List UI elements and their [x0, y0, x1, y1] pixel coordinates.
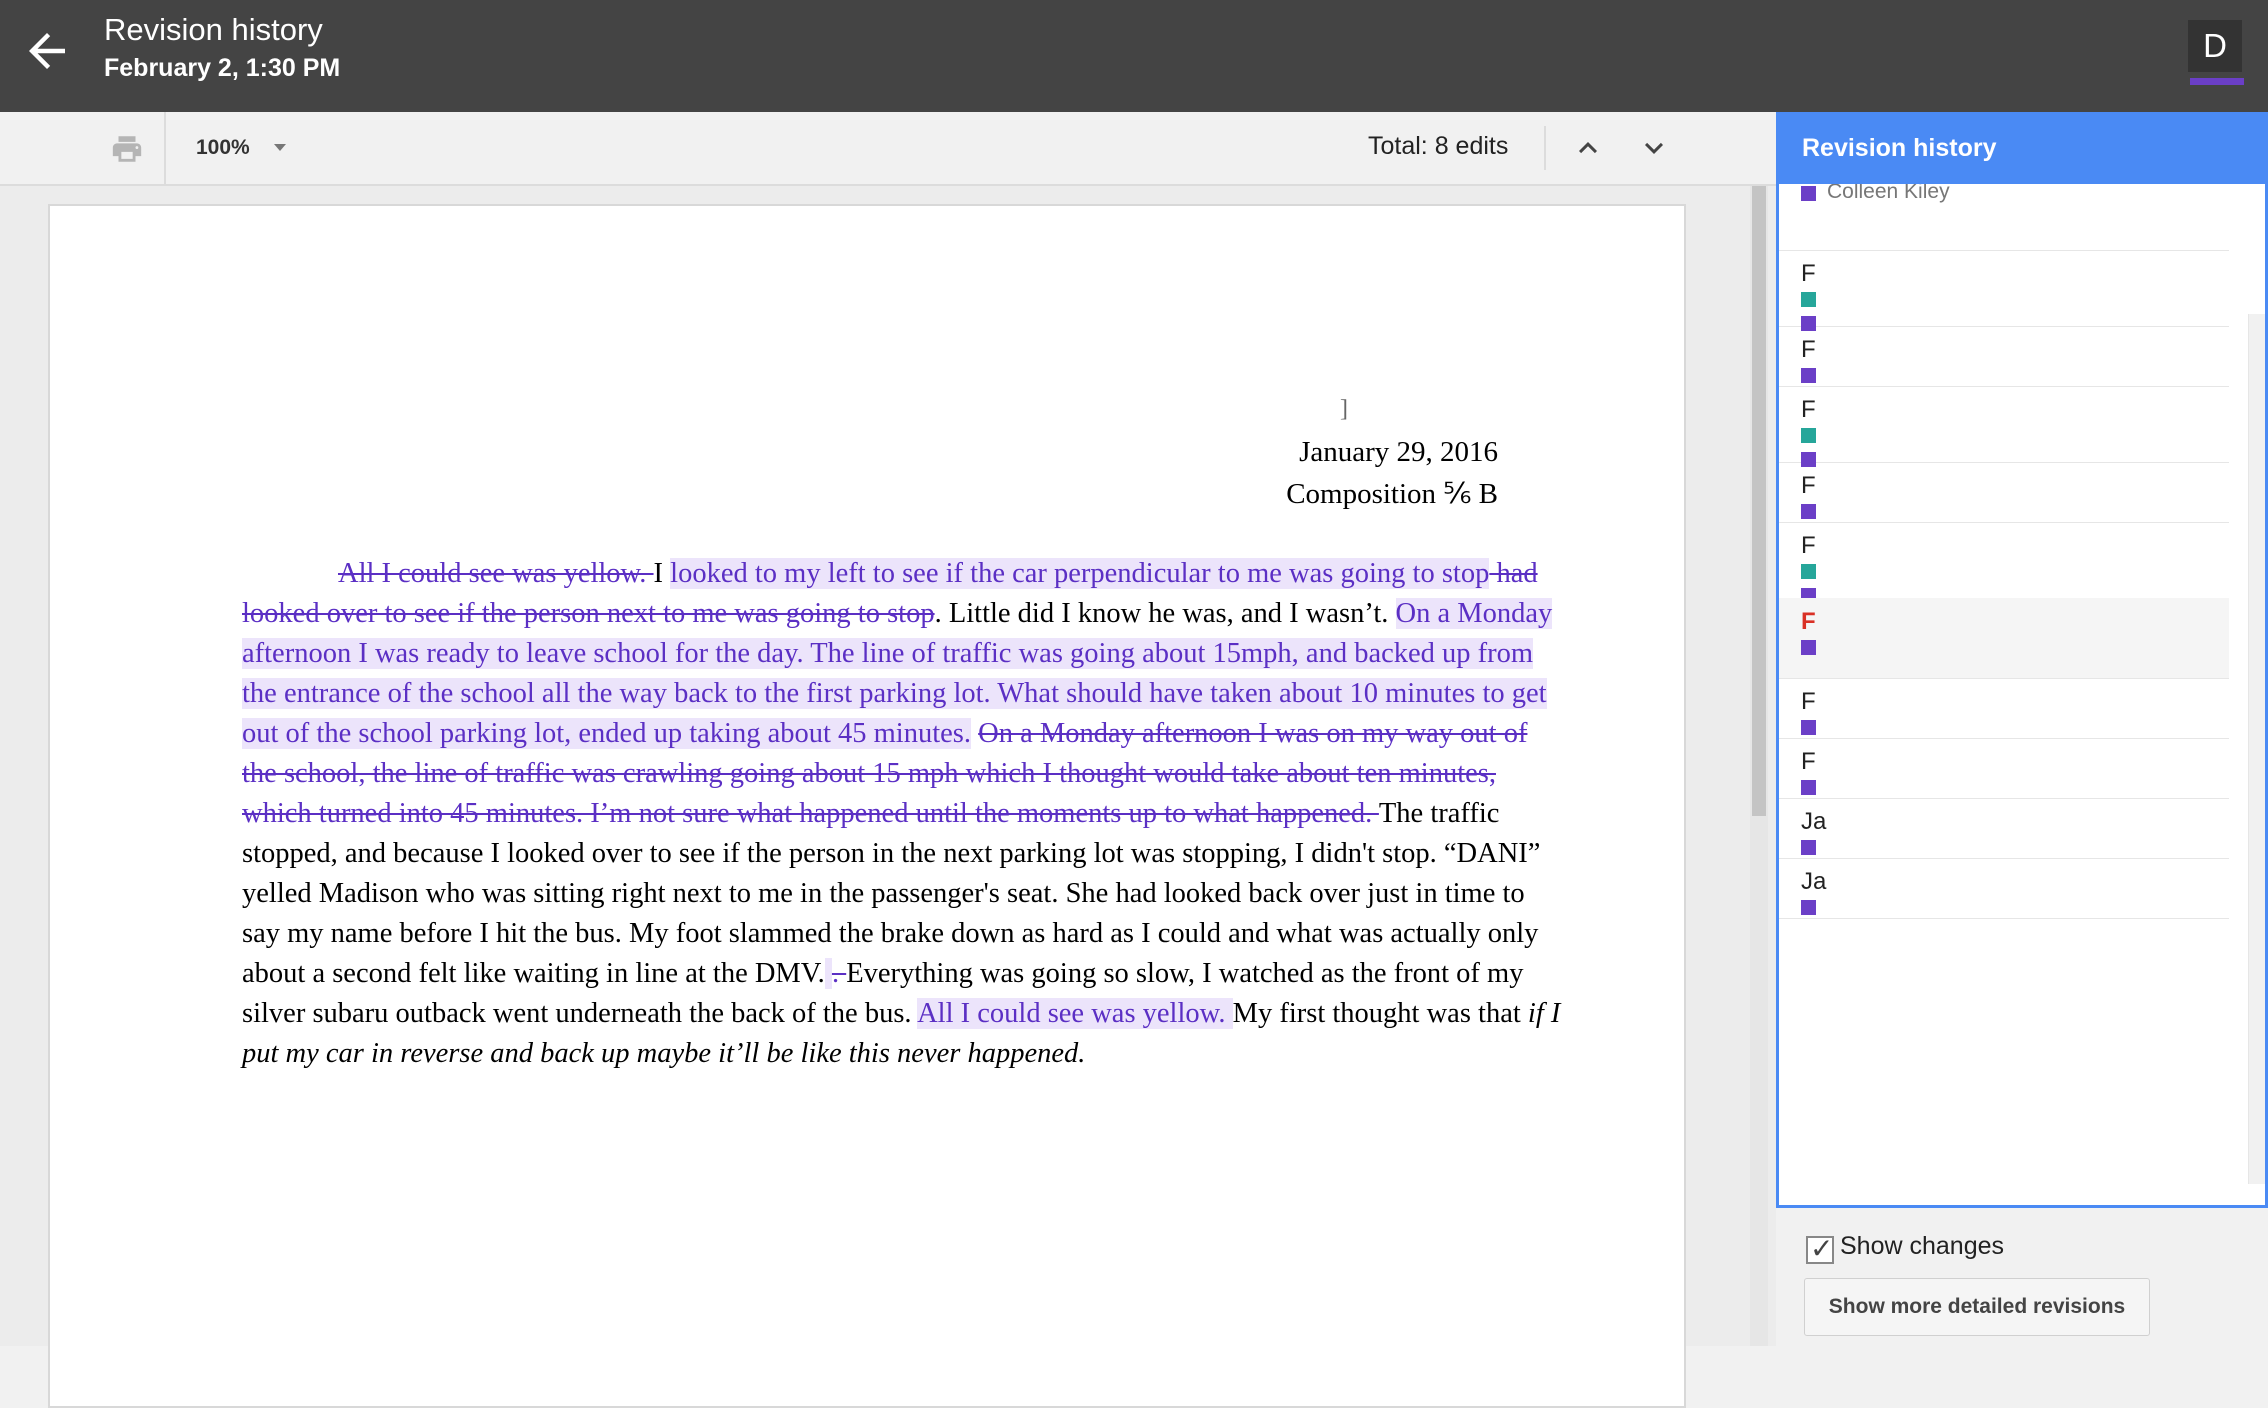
print-icon[interactable]	[110, 132, 144, 166]
cursor-marker: ]	[1340, 396, 1348, 422]
avatar-underline	[2190, 78, 2244, 85]
document-body: All I could see was yellow. I looked to …	[242, 554, 1562, 1074]
revision-item-title: Ja	[1801, 868, 1827, 895]
revision-item[interactable]: F	[1779, 250, 2229, 331]
chevron-down-icon[interactable]	[274, 144, 286, 151]
revision-item-author: Colleen Kiley	[1827, 184, 1950, 203]
revision-list: Colleen Kiley F F F F F F F F Ja Ja	[1776, 184, 2268, 1208]
author-color-swatch	[1801, 368, 1816, 383]
body-text-run: My first thought was that	[1232, 998, 1528, 1029]
revision-item-title: Ja	[1801, 808, 1827, 835]
show-changes-label[interactable]: Show changes	[1840, 1232, 2004, 1261]
document-area: ] January 29, 2016 Composition ⅚ B All I…	[0, 186, 1776, 1408]
revision-item-title: F	[1801, 260, 1816, 287]
show-changes-checkbox[interactable]: ✓	[1806, 1233, 1834, 1264]
revision-item-title: F	[1801, 688, 1816, 715]
revision-list-scrollbar[interactable]	[2248, 314, 2265, 1184]
revision-item-title: F	[1801, 336, 1816, 363]
body-text-run: . Little did I know he was, and I wasn’t…	[934, 598, 1396, 629]
author-color-swatch	[1801, 900, 1816, 915]
author-color-swatch	[1801, 186, 1816, 201]
author-color-swatch	[1801, 292, 1816, 307]
avatar[interactable]: D	[2188, 20, 2242, 72]
body-text-run: I	[653, 558, 671, 589]
deleted-text: All I could see was yellow.	[338, 558, 654, 589]
revision-date: February 2, 1:30 PM	[104, 54, 341, 82]
author-color-swatch	[1801, 504, 1816, 519]
author-color-swatch	[1801, 428, 1816, 443]
author-color-swatch	[1801, 640, 1816, 655]
revision-item[interactable]: F	[1779, 522, 2229, 603]
toolbar-divider	[1544, 126, 1546, 170]
inserted-text: All I could see was yellow.	[917, 998, 1233, 1029]
back-arrow-icon[interactable]	[20, 24, 74, 78]
revision-item[interactable]: Colleen Kiley	[1779, 184, 2229, 251]
revision-item[interactable]: F	[1779, 386, 2229, 467]
author-color-swatch	[1801, 840, 1816, 855]
revision-panel: Revision history Colleen Kiley F F F F F F F F Ja…	[1776, 112, 2268, 1346]
toolbar-divider	[164, 112, 166, 184]
inserted-text	[824, 958, 832, 989]
checkmark-icon: ✓	[1810, 1233, 1834, 1264]
revision-item-title: F	[1801, 532, 1816, 559]
revision-item[interactable]: Ja	[1779, 798, 2229, 859]
revision-item[interactable]: F	[1779, 678, 2229, 739]
revision-item[interactable]: F	[1779, 598, 2229, 679]
header-date: January 29, 2016	[1299, 436, 1498, 468]
revision-item[interactable]: F	[1779, 326, 2229, 387]
inserted-text: looked to my left to see if the car perp…	[670, 558, 1490, 589]
revision-item[interactable]: Ja	[1779, 858, 2229, 919]
show-more-detailed-revisions-button[interactable]: Show more detailed revisions	[1804, 1278, 2150, 1336]
zoom-select[interactable]: 100%	[196, 136, 250, 160]
revision-item-title: F	[1801, 748, 1816, 775]
chevron-up-icon[interactable]	[1570, 130, 1606, 166]
author-color-swatch	[1801, 720, 1816, 735]
top-bar: Revision history February 2, 1:30 PM D	[0, 0, 2268, 112]
header-class: Composition ⅚ B	[1286, 478, 1498, 510]
document-scrollbar-thumb[interactable]	[1752, 186, 1766, 816]
revision-item-title: F	[1801, 608, 1816, 635]
revision-item[interactable]: F	[1779, 738, 2229, 799]
revision-item-title: F	[1801, 396, 1816, 423]
revision-panel-header: Revision history	[1776, 112, 2268, 184]
revision-item[interactable]: F	[1779, 462, 2229, 523]
author-color-swatch	[1801, 564, 1816, 579]
toolbar: 100% Total: 8 edits	[0, 112, 1776, 186]
chevron-down-icon[interactable]	[1636, 130, 1672, 166]
deleted-text: .	[831, 958, 847, 989]
total-edits-count: Total: 8 edits	[1368, 132, 1509, 160]
author-color-swatch	[1801, 780, 1816, 795]
document-page: ] January 29, 2016 Composition ⅚ B All I…	[48, 204, 1686, 1408]
page-title: Revision history	[104, 12, 323, 47]
revision-item-title: F	[1801, 472, 1816, 499]
